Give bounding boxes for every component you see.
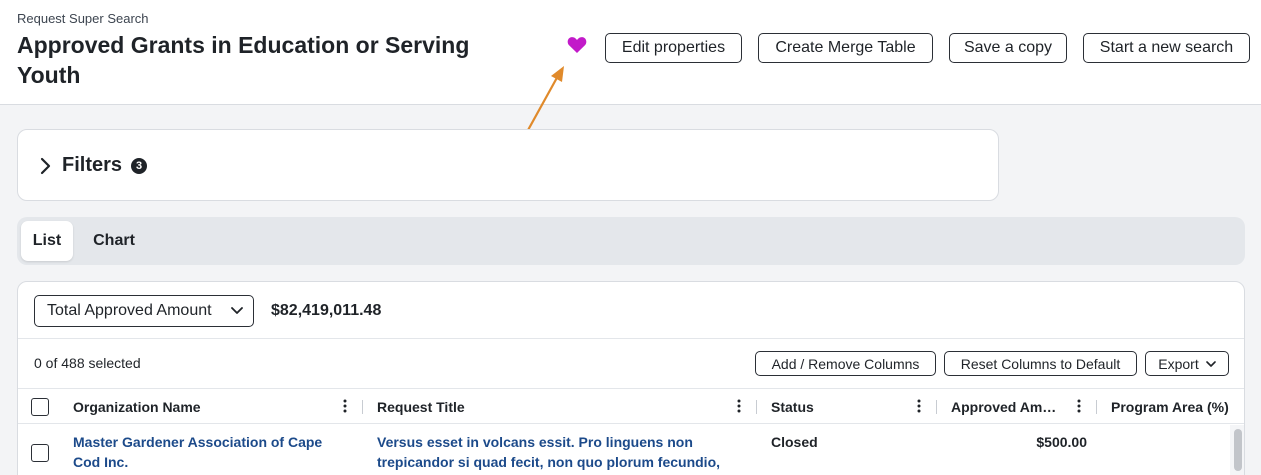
reset-columns-button[interactable]: Reset Columns to Default (944, 351, 1137, 376)
selection-count: 0 of 488 selected (34, 355, 141, 371)
export-label: Export (1158, 355, 1199, 372)
column-header-program-area[interactable]: Program Area (%) (1111, 399, 1236, 415)
table-header: Organization Name Request Title Status A… (18, 388, 1244, 424)
column-header-approved-amount[interactable]: Approved Am… (951, 399, 1063, 415)
column-menu-icon[interactable] (342, 398, 348, 414)
export-button[interactable]: Export (1145, 351, 1229, 376)
chevron-right-icon (40, 157, 51, 175)
table-scrollbar[interactable] (1230, 425, 1244, 475)
chevron-down-icon (1205, 360, 1216, 367)
results-panel: Total Approved Amount $82,419,011.48 0 o… (17, 281, 1245, 475)
breadcrumb: Request Super Search (17, 11, 149, 26)
create-merge-table-button[interactable]: Create Merge Table (758, 33, 933, 63)
approved-amount-cell: $500.00 (1036, 434, 1087, 450)
edit-properties-button[interactable]: Edit properties (605, 33, 742, 63)
filters-count-badge: 3 (131, 158, 147, 174)
divider (18, 338, 1244, 339)
column-header-request-title[interactable]: Request Title (377, 399, 717, 415)
page-title: Approved Grants in Education or Serving … (17, 32, 470, 88)
column-resizer[interactable] (936, 400, 937, 414)
request-title-link[interactable]: Versus esset in volcans essit. Pro lingu… (377, 432, 737, 472)
filters-label: Filters (62, 154, 123, 176)
new-search-button[interactable]: Start a new search (1083, 33, 1250, 63)
save-copy-button[interactable]: Save a copy (949, 33, 1067, 63)
column-menu-icon[interactable] (736, 398, 742, 414)
filters-panel[interactable]: Filters 3 (17, 129, 999, 201)
column-resizer[interactable] (756, 400, 757, 414)
row-checkbox[interactable] (31, 444, 49, 462)
column-menu-icon[interactable] (1076, 398, 1082, 414)
view-tabs: List Chart (17, 217, 1245, 265)
column-menu-icon[interactable] (916, 398, 922, 414)
select-all-checkbox[interactable] (31, 398, 49, 416)
column-header-status[interactable]: Status (771, 399, 901, 415)
column-resizer[interactable] (362, 400, 363, 414)
aggregate-total: $82,419,011.48 (271, 302, 382, 319)
column-resizer[interactable] (1096, 400, 1097, 414)
tab-chart[interactable]: Chart (83, 221, 145, 261)
column-header-organization[interactable]: Organization Name (73, 399, 333, 415)
page-header: Request Super Search Approved Grants in … (0, 0, 1261, 105)
table-row: Master Gardener Association of Cape Cod … (18, 425, 1230, 475)
status-cell: Closed (771, 434, 818, 450)
add-remove-columns-button[interactable]: Add / Remove Columns (755, 351, 936, 376)
organization-link[interactable]: Master Gardener Association of Cape Cod … (73, 432, 343, 472)
heart-icon[interactable] (566, 36, 588, 58)
aggregate-select[interactable]: Total Approved Amount (34, 295, 254, 327)
tab-list[interactable]: List (21, 221, 73, 261)
scrollbar-thumb[interactable] (1234, 429, 1242, 471)
aggregate-select-value: Total Approved Amount (47, 302, 212, 319)
chevron-down-icon (231, 307, 243, 314)
